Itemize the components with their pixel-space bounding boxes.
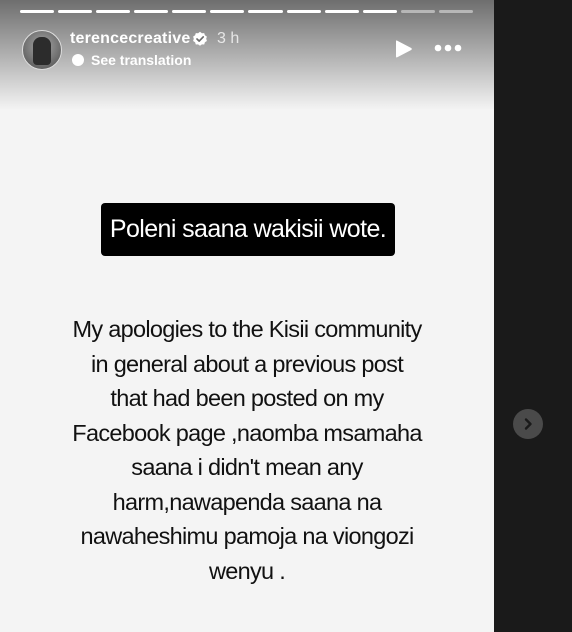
progress-segment bbox=[324, 10, 359, 13]
progress-segment bbox=[438, 10, 473, 13]
translate-icon bbox=[72, 54, 84, 66]
progress-segment bbox=[286, 10, 321, 13]
progress-segment bbox=[58, 10, 93, 13]
story-headline: Poleni saana wakisii wote. bbox=[101, 203, 395, 256]
play-icon[interactable] bbox=[395, 39, 413, 59]
see-translation-link[interactable]: See translation bbox=[72, 52, 191, 68]
progress-segment bbox=[210, 10, 245, 13]
progress-segment bbox=[362, 10, 397, 13]
next-story-button[interactable] bbox=[513, 409, 543, 439]
story-progress-bar bbox=[20, 10, 473, 13]
progress-segment bbox=[172, 10, 207, 13]
post-time: 3 h bbox=[217, 30, 240, 47]
avatar-figure bbox=[33, 37, 51, 65]
verified-badge-icon bbox=[193, 31, 207, 46]
chevron-right-icon bbox=[524, 418, 532, 430]
story-message: My apologies to the Kisii community in g… bbox=[72, 316, 422, 584]
username[interactable]: terencecreative bbox=[70, 30, 190, 48]
progress-segment bbox=[96, 10, 131, 13]
progress-segment bbox=[400, 10, 435, 13]
more-options-icon[interactable] bbox=[434, 44, 462, 52]
progress-segment bbox=[20, 10, 55, 13]
see-translation-label: See translation bbox=[91, 52, 192, 68]
story-viewer[interactable]: terencecreative 3 h See translation Pole… bbox=[0, 0, 494, 632]
progress-segment bbox=[134, 10, 169, 13]
avatar[interactable] bbox=[22, 30, 62, 70]
progress-segment bbox=[248, 10, 283, 13]
side-panel bbox=[494, 0, 572, 632]
